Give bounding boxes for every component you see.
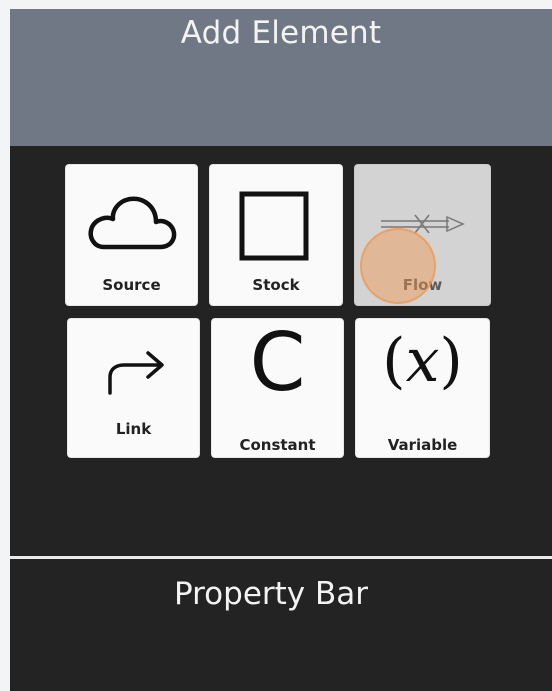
link-button[interactable]: Link <box>67 318 200 458</box>
section-divider <box>10 556 552 559</box>
variable-x: x <box>405 326 440 396</box>
link-label: Link <box>115 420 152 438</box>
constant-c-icon: C <box>249 316 306 409</box>
variable-open-paren: ( <box>382 326 406 396</box>
link-arrow-icon <box>108 351 164 395</box>
app-panel: Add Element Source Stock Flow Link C Con… <box>10 9 552 691</box>
stock-button[interactable]: Stock <box>209 164 343 306</box>
variable-label: Variable <box>387 436 458 454</box>
flow-label: Flow <box>402 276 443 294</box>
square-icon <box>239 191 309 261</box>
constant-label: Constant <box>239 436 316 454</box>
cloud-icon <box>88 196 177 250</box>
variable-close-paren: ) <box>439 326 463 396</box>
add-element-header: Add Element <box>10 9 552 146</box>
stock-label: Stock <box>252 276 300 294</box>
constant-button[interactable]: C Constant <box>211 318 344 458</box>
variable-x-icon: (x) <box>356 331 489 391</box>
flow-button[interactable]: Flow <box>354 164 491 306</box>
flow-arrow-icon <box>381 214 465 234</box>
header-title: Add Element <box>180 15 382 51</box>
variable-button[interactable]: (x) Variable <box>355 318 490 458</box>
source-label: Source <box>102 276 161 294</box>
source-button[interactable]: Source <box>65 164 198 306</box>
property-bar-title: Property Bar <box>173 576 369 612</box>
